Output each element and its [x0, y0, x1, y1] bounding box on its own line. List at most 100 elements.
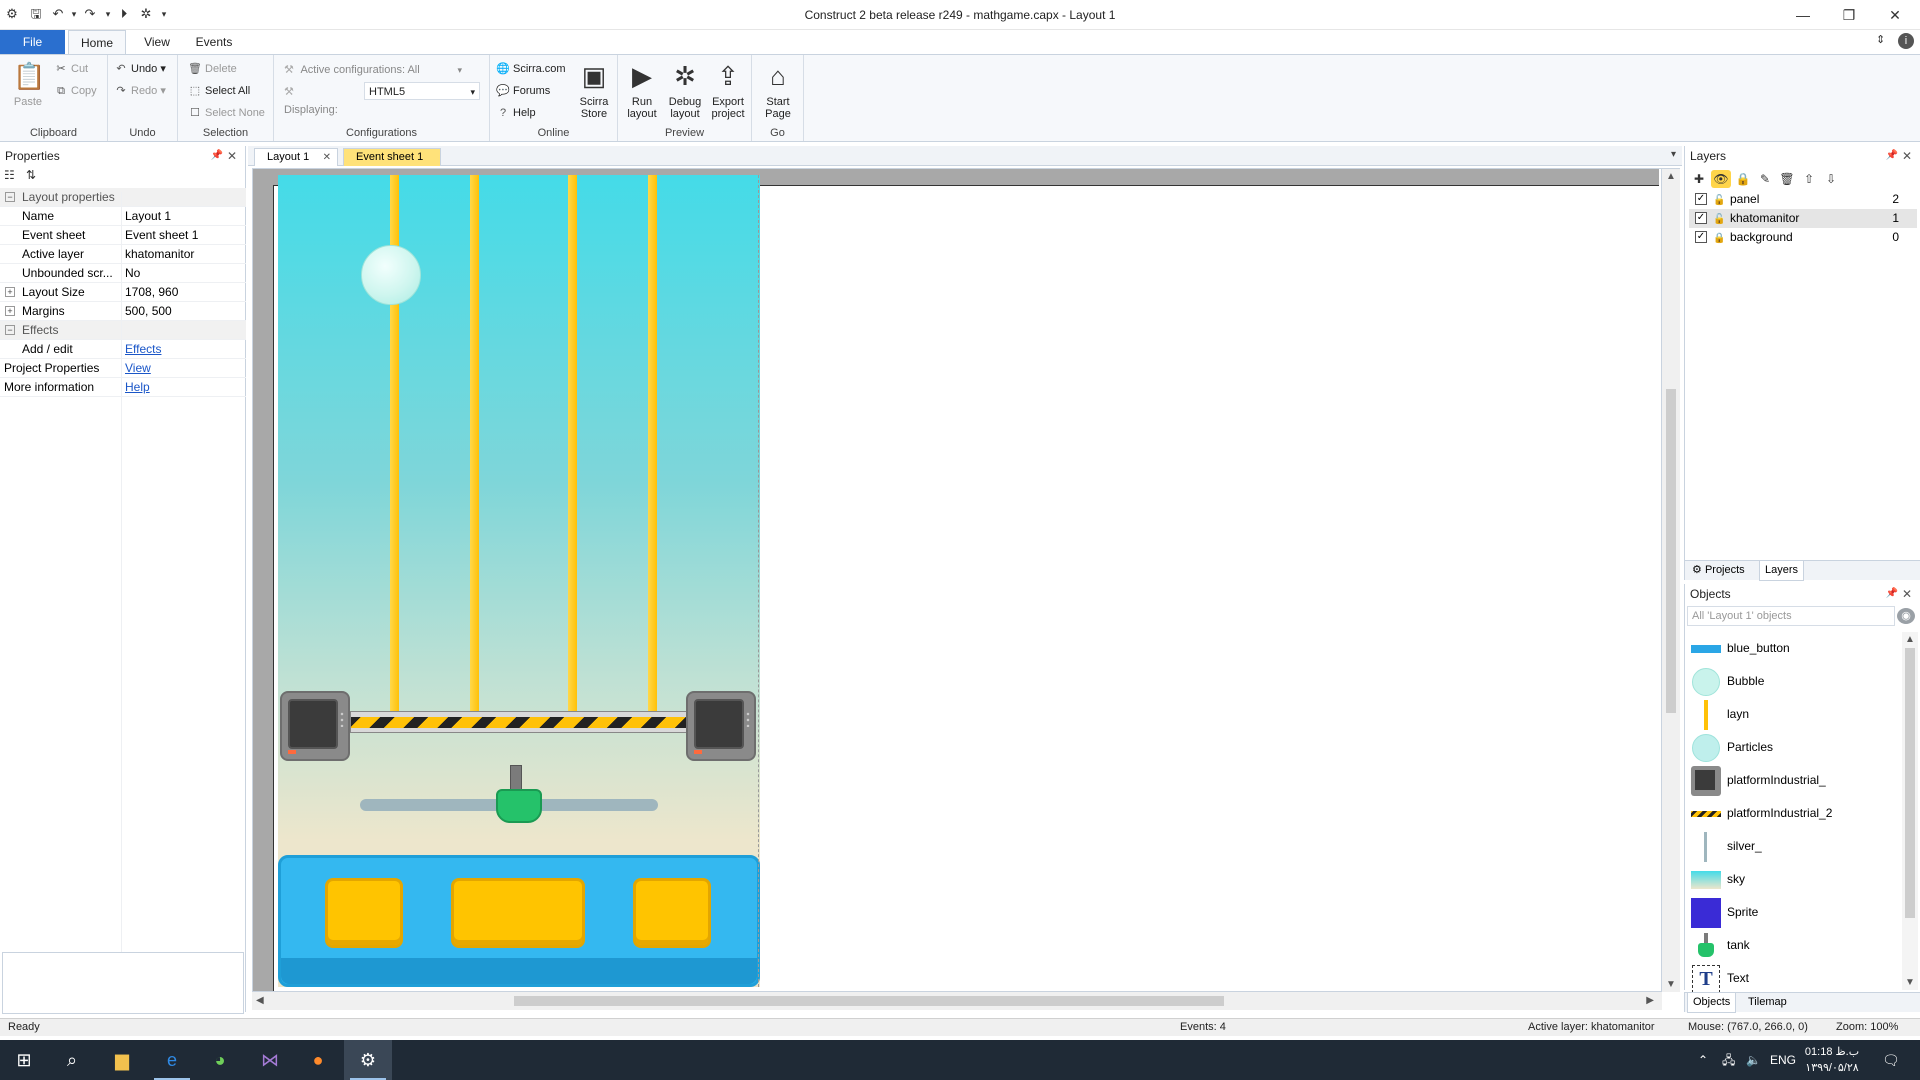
export-project-button[interactable]: ⇪ Export project [706, 59, 750, 120]
chrome-browser-icon[interactable]: ◕ [196, 1040, 244, 1080]
tab-view[interactable]: View [132, 30, 182, 54]
select-none-button[interactable]: ☐ Select None [188, 103, 265, 123]
paste-button[interactable]: 📋 Paste [8, 59, 48, 108]
answer-button-2[interactable] [451, 878, 585, 948]
tray-chevron-up-icon[interactable]: ⌃ [1698, 1040, 1708, 1080]
language-indicator[interactable]: ENG [1770, 1040, 1796, 1080]
layer-row-khatomanitor[interactable]: ✓ 🔓 khatomanitor 1 [1689, 209, 1917, 228]
tank-sprite[interactable] [496, 789, 542, 823]
filter-icon[interactable]: ◉ [1897, 608, 1915, 624]
platform-industrial-sprite-right[interactable] [686, 691, 756, 761]
object-item[interactable]: Particles [1689, 731, 1899, 764]
forums-link[interactable]: 💬 Forums [496, 81, 550, 101]
unlocked-icon[interactable]: 🔓 [1713, 210, 1725, 229]
tab-events[interactable]: Events [184, 30, 244, 54]
property-value[interactable]: 1708, 960 [125, 283, 245, 302]
visibility-checkbox[interactable]: ✓ [1695, 231, 1707, 243]
notifications-icon[interactable]: 🗨 [1882, 1040, 1900, 1080]
layn-pole[interactable] [470, 175, 479, 715]
property-row[interactable]: Event sheet Event sheet 1 [0, 226, 246, 245]
copy-button[interactable]: ⧉ Copy [54, 81, 97, 101]
scroll-up-icon[interactable]: ▲ [1666, 171, 1676, 182]
close-button[interactable]: ✕ [1872, 0, 1918, 30]
layout-editor[interactable] [252, 168, 1662, 992]
layout-properties-section[interactable]: − Layout properties [0, 188, 246, 207]
firefox-icon[interactable]: ● [294, 1040, 342, 1080]
object-item[interactable]: Bubble [1689, 665, 1899, 698]
scirra-store-button[interactable]: ▣ Scirra Store [574, 59, 614, 120]
help-link[interactable]: ? Help [496, 103, 536, 123]
platform-industrial-sprite-left[interactable] [280, 691, 350, 761]
undo-button[interactable]: ↶ Undo ▾ [114, 59, 165, 79]
close-icon[interactable]: ✕ [227, 146, 237, 166]
object-item[interactable]: layn [1689, 698, 1899, 731]
property-row[interactable]: More information Help [0, 378, 246, 397]
answer-button-3[interactable] [633, 878, 711, 948]
edge-browser-icon[interactable]: e [148, 1040, 196, 1080]
move-layer-up-icon[interactable]: ⇧ [1799, 170, 1819, 188]
start-page-button[interactable]: ⌂ Start Page [758, 59, 798, 120]
objects-scrollbar[interactable]: ▲ ▼ [1902, 632, 1918, 990]
platform-industrial-2-sprite[interactable] [350, 711, 690, 733]
sort-alpha-icon[interactable]: ⇅ [26, 168, 36, 182]
property-value[interactable]: Layout 1 [125, 207, 245, 226]
debug-layout-button[interactable]: ✲ Debug layout [664, 59, 706, 120]
categorized-view-icon[interactable]: ☷ [4, 168, 15, 182]
object-item[interactable]: Sprite [1689, 896, 1899, 929]
scirra-link[interactable]: 🌐 Scirra.com [496, 59, 565, 79]
cut-button[interactable]: ✂ Cut [54, 59, 88, 79]
delete-button[interactable]: 🗑 Delete [188, 59, 237, 79]
maximize-button[interactable]: ❐ [1826, 0, 1872, 30]
visibility-checkbox[interactable]: ✓ [1695, 212, 1707, 224]
tab-projects[interactable]: ⚙ Projects [1687, 561, 1750, 581]
property-row[interactable]: + Layout Size 1708, 960 [0, 283, 246, 302]
scroll-thumb[interactable] [1905, 648, 1915, 918]
object-item[interactable]: platformIndustrial_ [1689, 764, 1899, 797]
pin-icon[interactable]: 📌 [211, 146, 223, 166]
scroll-right-icon[interactable]: ▶ [1646, 995, 1654, 1006]
tab-home[interactable]: Home [68, 30, 126, 54]
object-filter-input[interactable]: All 'Layout 1' objects [1687, 606, 1895, 626]
pin-icon[interactable]: 📌 [1886, 146, 1898, 166]
collapse-icon[interactable]: − [5, 192, 15, 202]
close-icon[interactable]: ✕ [1902, 584, 1912, 604]
layer-row-panel[interactable]: ✓ 🔓 panel 2 [1689, 190, 1917, 209]
info-icon[interactable]: i [1898, 33, 1914, 49]
tab-objects[interactable]: Objects [1687, 993, 1737, 1013]
property-value[interactable]: khatomanitor [125, 245, 245, 264]
effects-link[interactable]: Effects [125, 340, 245, 359]
help-link[interactable]: Help [125, 378, 245, 397]
scroll-down-icon[interactable]: ▼ [1666, 979, 1676, 990]
eye-icon[interactable]: 👁 [1711, 170, 1731, 188]
property-row[interactable]: Active layer khatomanitor [0, 245, 246, 264]
tab-layers[interactable]: Layers [1759, 561, 1805, 581]
sky-background[interactable] [278, 175, 760, 987]
object-item[interactable]: platformIndustrial_2 [1689, 797, 1899, 830]
layn-pole[interactable] [648, 175, 657, 715]
visibility-checkbox[interactable]: ✓ [1695, 193, 1707, 205]
pin-icon[interactable]: 📌 [1886, 584, 1898, 604]
property-row[interactable]: Project Properties View [0, 359, 246, 378]
object-item[interactable]: silver_ [1689, 830, 1899, 863]
scroll-thumb[interactable] [514, 996, 1224, 1006]
layn-pole[interactable] [568, 175, 577, 715]
scroll-thumb[interactable] [1666, 389, 1676, 713]
start-windows-icon[interactable]: ⊞ [0, 1040, 48, 1080]
vertical-scrollbar[interactable]: ▲ ▼ [1662, 168, 1680, 992]
property-row[interactable]: Unbounded scr... No [0, 264, 246, 283]
property-value[interactable]: No [125, 264, 245, 283]
delete-layer-icon[interactable]: 🗑 [1777, 170, 1797, 188]
property-value[interactable]: Event sheet 1 [125, 226, 245, 245]
minimize-button[interactable]: — [1780, 0, 1826, 30]
search-icon[interactable]: ⌕ [48, 1040, 96, 1080]
blue-panel-sprite[interactable] [278, 855, 760, 987]
scroll-down-icon[interactable]: ▼ [1905, 977, 1915, 988]
lock-icon[interactable]: 🔒 [1713, 229, 1725, 248]
property-row[interactable]: Add / edit Effects [0, 340, 246, 359]
scroll-left-icon[interactable]: ◀ [256, 995, 264, 1006]
object-item[interactable]: tank [1689, 929, 1899, 962]
layer-row-background[interactable]: ✓ 🔒 background 0 [1689, 228, 1917, 247]
effects-section[interactable]: − Effects [0, 321, 246, 340]
edit-icon[interactable]: ✎ [1755, 170, 1775, 188]
active-configurations-dropdown[interactable]: ⚒ Active configurations: All ▾ [284, 61, 480, 79]
